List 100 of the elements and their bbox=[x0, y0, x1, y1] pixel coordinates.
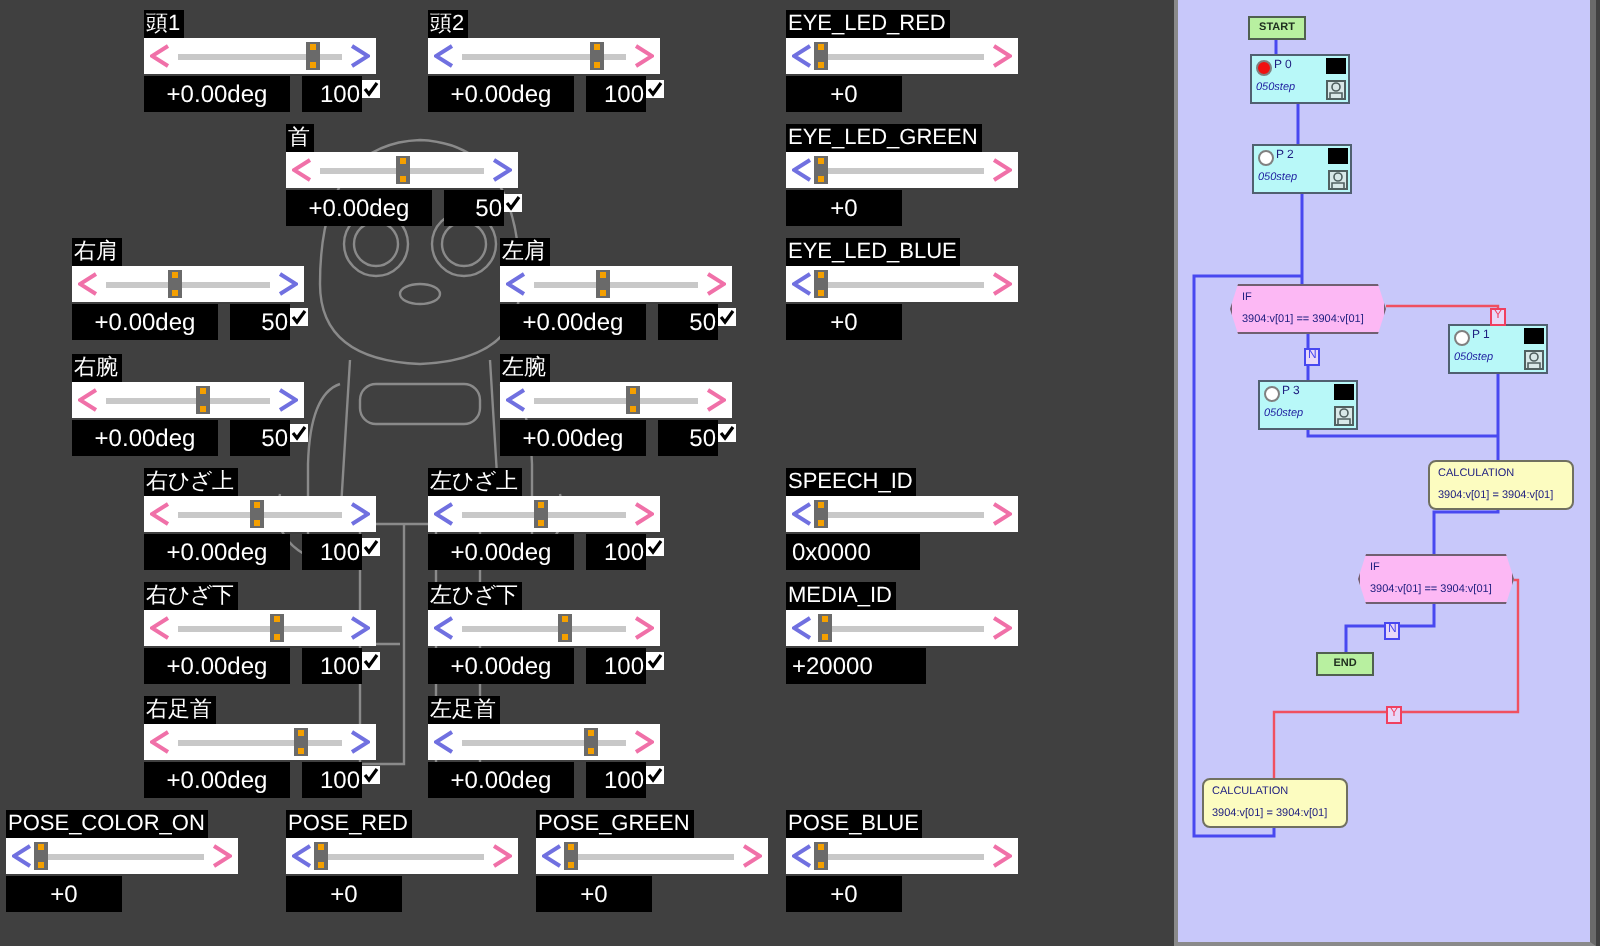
parameter-label: EYE_LED_GREEN bbox=[786, 124, 982, 152]
slider[interactable] bbox=[786, 496, 1018, 532]
angle-value: +0.00deg bbox=[144, 762, 290, 798]
slider[interactable] bbox=[144, 496, 376, 532]
angle-value: +0.00deg bbox=[428, 762, 574, 798]
angle-value: +0.00deg bbox=[428, 534, 574, 570]
slider-thumb[interactable] bbox=[195, 385, 210, 413]
angle-value: +0.00deg bbox=[286, 190, 432, 226]
parameter-value: +0 bbox=[786, 876, 902, 912]
slider-thumb[interactable] bbox=[814, 269, 828, 297]
parameter-label: EYE_LED_BLUE bbox=[786, 238, 961, 266]
checkbox[interactable] bbox=[646, 80, 664, 98]
slider-thumb[interactable] bbox=[314, 841, 328, 869]
checkbox[interactable] bbox=[718, 308, 736, 326]
robot-icon bbox=[1334, 406, 1354, 426]
slider-thumb[interactable] bbox=[306, 41, 321, 69]
slider[interactable] bbox=[144, 38, 376, 74]
parameter-value: +0 bbox=[786, 304, 902, 340]
slider-thumb[interactable] bbox=[626, 385, 641, 413]
angle-value: +0.00deg bbox=[428, 76, 574, 112]
slider[interactable] bbox=[500, 266, 732, 302]
slider[interactable] bbox=[286, 152, 518, 188]
speed-value[interactable]: 100 bbox=[586, 648, 646, 684]
joint-label: 左腕 bbox=[500, 354, 550, 382]
slider[interactable] bbox=[428, 38, 660, 74]
slider[interactable] bbox=[72, 266, 304, 302]
checkbox[interactable] bbox=[362, 652, 380, 670]
joint-label: 右ひざ下 bbox=[144, 582, 238, 610]
joint-label: 頭1 bbox=[144, 10, 185, 38]
slider[interactable] bbox=[286, 838, 518, 874]
robot-icon bbox=[1328, 170, 1348, 190]
slider-thumb[interactable] bbox=[596, 269, 611, 297]
speed-value[interactable]: 100 bbox=[586, 76, 646, 112]
parameter-value: +0 bbox=[286, 876, 402, 912]
slider[interactable] bbox=[786, 152, 1018, 188]
slider[interactable] bbox=[144, 610, 376, 646]
slider[interactable] bbox=[500, 382, 732, 418]
parameter-value: +0 bbox=[6, 876, 122, 912]
slider-thumb[interactable] bbox=[814, 499, 828, 527]
joint-label: 左肩 bbox=[500, 238, 550, 266]
checkbox[interactable] bbox=[718, 424, 736, 442]
slider-thumb[interactable] bbox=[814, 155, 828, 183]
slider[interactable] bbox=[428, 724, 660, 760]
slider[interactable] bbox=[536, 838, 768, 874]
angle-value: +0.00deg bbox=[72, 420, 218, 456]
slider-thumb[interactable] bbox=[814, 41, 828, 69]
speed-value[interactable]: 100 bbox=[586, 762, 646, 798]
checkbox[interactable] bbox=[362, 766, 380, 784]
parameter-label: POSE_BLUE bbox=[786, 810, 923, 838]
speed-value[interactable]: 100 bbox=[586, 534, 646, 570]
parameter-label: SPEECH_ID bbox=[786, 468, 917, 496]
slider[interactable] bbox=[786, 610, 1018, 646]
slider[interactable] bbox=[144, 724, 376, 760]
slider[interactable] bbox=[786, 38, 1018, 74]
speed-value[interactable]: 100 bbox=[302, 762, 362, 798]
checkbox[interactable] bbox=[504, 194, 522, 212]
parameter-value: +0 bbox=[536, 876, 652, 912]
checkbox[interactable] bbox=[290, 424, 308, 442]
robot-icon bbox=[1524, 350, 1544, 370]
slider[interactable] bbox=[428, 610, 660, 646]
checkbox[interactable] bbox=[646, 538, 664, 556]
slider[interactable] bbox=[72, 382, 304, 418]
angle-value: +0.00deg bbox=[500, 304, 646, 340]
pose-thumbnail bbox=[1328, 148, 1348, 164]
speed-value[interactable]: 100 bbox=[302, 534, 362, 570]
speed-value[interactable]: 50 bbox=[230, 304, 290, 340]
slider-thumb[interactable] bbox=[533, 499, 548, 527]
checkbox[interactable] bbox=[646, 652, 664, 670]
checkbox[interactable] bbox=[362, 80, 380, 98]
joint-label: 左ひざ下 bbox=[428, 582, 522, 610]
speed-value[interactable]: 50 bbox=[658, 304, 718, 340]
connector-line bbox=[1432, 508, 1500, 554]
parameter-label: POSE_RED bbox=[286, 810, 412, 838]
speed-value[interactable]: 50 bbox=[444, 190, 504, 226]
speed-value[interactable]: 50 bbox=[658, 420, 718, 456]
robot-icon bbox=[1326, 80, 1346, 100]
slider-thumb[interactable] bbox=[564, 841, 578, 869]
slider-thumb[interactable] bbox=[818, 613, 833, 641]
slider-thumb[interactable] bbox=[583, 727, 598, 755]
slider-thumb[interactable] bbox=[590, 41, 605, 69]
speed-value[interactable]: 100 bbox=[302, 648, 362, 684]
slider-thumb[interactable] bbox=[396, 155, 410, 183]
slider-thumb[interactable] bbox=[270, 613, 285, 641]
slider-thumb[interactable] bbox=[814, 841, 828, 869]
slider-thumb[interactable] bbox=[557, 613, 572, 641]
slider[interactable] bbox=[786, 266, 1018, 302]
checkbox[interactable] bbox=[362, 538, 380, 556]
parameter-value: +20000 bbox=[786, 648, 926, 684]
speed-value[interactable]: 100 bbox=[302, 76, 362, 112]
slider-thumb[interactable] bbox=[249, 499, 264, 527]
slider-thumb[interactable] bbox=[293, 727, 308, 755]
checkbox[interactable] bbox=[646, 766, 664, 784]
checkbox[interactable] bbox=[290, 308, 308, 326]
slider-thumb[interactable] bbox=[168, 269, 183, 297]
parameter-label: MEDIA_ID bbox=[786, 582, 896, 610]
slider[interactable] bbox=[428, 496, 660, 532]
slider[interactable] bbox=[6, 838, 238, 874]
speed-value[interactable]: 50 bbox=[230, 420, 290, 456]
slider[interactable] bbox=[786, 838, 1018, 874]
slider-thumb[interactable] bbox=[34, 841, 48, 869]
